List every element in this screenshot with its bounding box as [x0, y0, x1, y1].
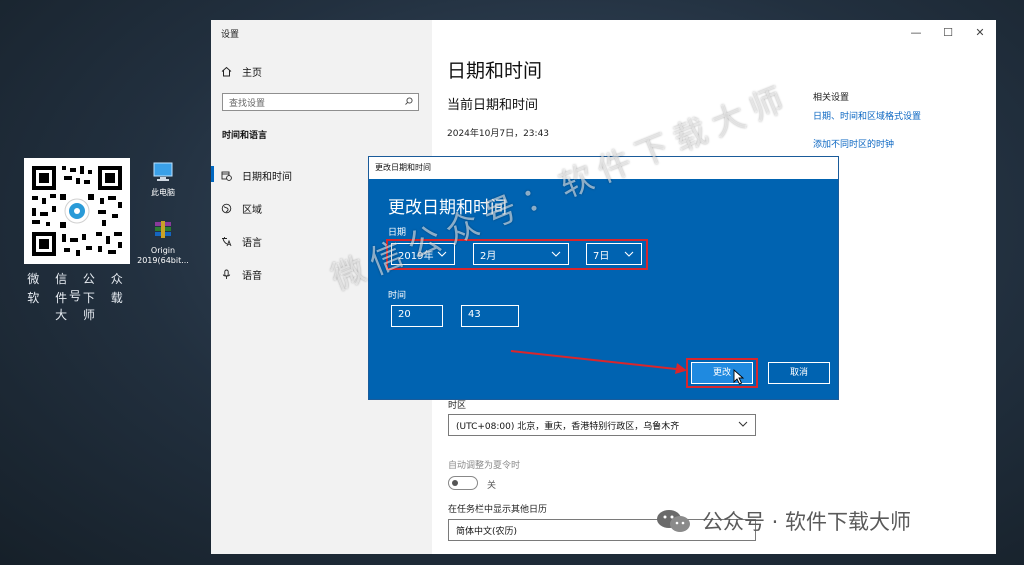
sidebar-item-label: 语音	[242, 271, 262, 282]
desktop-icon-origin[interactable]: Origin 2019(64bit...	[133, 218, 193, 266]
mouse-cursor-icon	[733, 369, 745, 385]
sidebar-section-heading: 时间和语言	[222, 131, 268, 141]
sidebar-item-label: 主页	[242, 68, 262, 79]
sidebar-item-speech[interactable]: 语音	[221, 267, 262, 282]
search-icon	[405, 97, 413, 105]
minute-select[interactable]: 43	[461, 305, 519, 327]
minute-value: 43	[468, 309, 481, 320]
search-placeholder: 查找设置	[229, 99, 266, 109]
page-title: 日期和时间	[447, 60, 543, 82]
sidebar-item-label: 区域	[242, 205, 262, 216]
current-date-heading: 当前日期和时间	[447, 98, 539, 113]
hour-value: 20	[398, 309, 411, 320]
qr-code-icon	[24, 158, 130, 264]
home-icon	[221, 66, 232, 77]
link-add-clocks[interactable]: 添加不同时区的时钟	[813, 137, 894, 150]
sidebar-item-label: 语言	[242, 238, 262, 249]
calendar-label: 在任务栏中显示其他日历	[448, 505, 548, 515]
computer-icon	[151, 160, 175, 184]
archive-icon	[151, 218, 175, 242]
timezone-value: (UTC+08:00) 北京，重庆，香港特别行政区，乌鲁木齐	[456, 422, 680, 432]
qr-caption-line2: 软 件 下 载 大 师	[27, 291, 129, 322]
sidebar-item-label: 日期和时间	[242, 172, 292, 183]
desktop-icon-label: 2019(64bit...	[137, 256, 189, 265]
sidebar-item-region[interactable]: 区域	[221, 201, 262, 216]
bottom-watermark: 公众号 · 软件下载大师	[702, 510, 912, 534]
globe-icon	[221, 203, 232, 214]
current-date-value: 2024年10月7日，23:43	[447, 129, 550, 139]
toggle-knob	[452, 480, 458, 486]
desktop-icon-label: Origin	[150, 246, 176, 255]
maximize-button[interactable]: ☐	[933, 22, 963, 44]
close-button[interactable]: ✕	[965, 22, 995, 44]
time-label: 时间	[388, 291, 407, 301]
calendar-clock-icon	[221, 170, 232, 181]
dst-label: 自动调整为夏令时	[448, 461, 521, 471]
desktop-icon-this-pc[interactable]: 此电脑	[133, 160, 193, 198]
chevron-down-icon	[738, 420, 748, 428]
sidebar-item-date-time[interactable]: 日期和时间	[221, 168, 292, 183]
search-input[interactable]: 查找设置	[222, 93, 419, 111]
qr-code-image	[24, 158, 130, 264]
dst-toggle[interactable]	[448, 476, 478, 490]
timezone-select[interactable]: (UTC+08:00) 北京，重庆，香港特别行政区，乌鲁木齐	[448, 414, 756, 436]
sidebar-item-language[interactable]: 语言	[221, 234, 262, 249]
desktop-icon-label: 此电脑	[151, 188, 175, 197]
link-date-region-format[interactable]: 日期、时间和区域格式设置	[813, 109, 921, 122]
calendar-value: 简体中文(农历)	[456, 527, 518, 537]
language-icon	[221, 236, 232, 247]
app-title: 设置	[221, 30, 240, 40]
hour-select[interactable]: 20	[391, 305, 443, 327]
pointer-arrow-icon	[510, 350, 687, 374]
dst-state: 关	[487, 481, 497, 491]
related-settings-heading: 相关设置	[813, 93, 850, 103]
wechat-icon	[655, 508, 693, 534]
minimize-button[interactable]: —	[901, 22, 931, 44]
cancel-button[interactable]: 取消	[768, 362, 830, 384]
microphone-icon	[221, 269, 232, 280]
active-indicator	[211, 166, 214, 182]
sidebar-item-home[interactable]: 主页	[221, 64, 262, 79]
